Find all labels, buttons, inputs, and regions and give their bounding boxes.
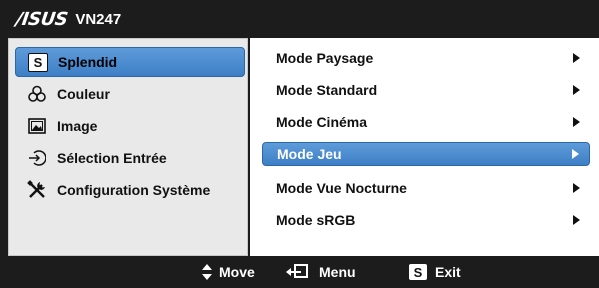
submenu-item-label: Mode Jeu: [277, 146, 342, 162]
model-name: VN247: [75, 10, 122, 28]
arrow-right-icon: [573, 53, 580, 63]
picture-icon: [27, 116, 47, 136]
osd-footer: Move Menu S Exit: [0, 256, 599, 288]
exit-hint: S Exit: [409, 256, 461, 288]
main-menu-panel: S Splendid Couleur Image Sélection Entré…: [8, 38, 248, 256]
move-label: Move: [219, 264, 255, 280]
arrow-right-icon: [573, 215, 580, 225]
submenu-item-label: Mode Standard: [276, 82, 378, 98]
menu-hint: Menu: [285, 256, 356, 288]
menu-label: Menu: [319, 264, 356, 280]
submenu-item-label: Mode Vue Nocturne: [276, 180, 407, 196]
up-down-arrows-icon: [202, 264, 212, 280]
menu-item-label: Couleur: [57, 86, 110, 102]
submenu-panel: Mode Paysage Mode Standard Mode Cinéma M…: [250, 38, 599, 256]
monitor-osd-menu: /ISUS VN247 S Splendid Couleur Image Sél…: [0, 0, 599, 288]
osd-header: /ISUS VN247: [0, 0, 599, 38]
menu-item-label: Configuration Système: [57, 182, 211, 198]
splendid-s-icon: S: [28, 52, 48, 72]
submenu-item-mode-standard[interactable]: Mode Standard: [262, 78, 590, 102]
exit-s-key-icon: S: [409, 264, 427, 280]
submenu-item-mode-srgb[interactable]: Mode sRGB: [262, 208, 590, 232]
arrow-right-icon: [573, 183, 580, 193]
color-circles-icon: [27, 84, 47, 104]
menu-item-image[interactable]: Image: [15, 111, 245, 141]
menu-item-label: Sélection Entrée: [57, 150, 167, 166]
menu-item-splendid[interactable]: S Splendid: [15, 47, 245, 77]
menu-item-configuration-systeme[interactable]: Configuration Système: [15, 175, 245, 205]
menu-item-selection-entree[interactable]: Sélection Entrée: [15, 143, 245, 173]
arrow-right-icon: [572, 149, 579, 159]
menu-item-couleur[interactable]: Couleur: [15, 79, 245, 109]
move-hint: Move: [201, 256, 255, 288]
input-select-icon: [27, 148, 47, 168]
submenu-item-label: Mode Paysage: [276, 50, 374, 66]
arrow-right-icon: [573, 85, 580, 95]
tools-icon: [27, 180, 47, 200]
submenu-item-mode-paysage[interactable]: Mode Paysage: [262, 46, 590, 70]
submenu-item-mode-cinema[interactable]: Mode Cinéma: [262, 110, 590, 134]
submenu-item-label: Mode Cinéma: [276, 114, 368, 130]
enter-key-icon: [286, 264, 308, 278]
exit-label: Exit: [435, 264, 461, 280]
submenu-item-label: Mode sRGB: [276, 212, 356, 228]
menu-item-label: Splendid: [58, 54, 118, 70]
asus-logo: /ISUS: [14, 8, 69, 30]
menu-item-label: Image: [57, 118, 98, 134]
submenu-item-mode-jeu[interactable]: Mode Jeu: [262, 142, 590, 166]
submenu-item-mode-vue-nocturne[interactable]: Mode Vue Nocturne: [262, 176, 590, 200]
arrow-right-icon: [573, 117, 580, 127]
